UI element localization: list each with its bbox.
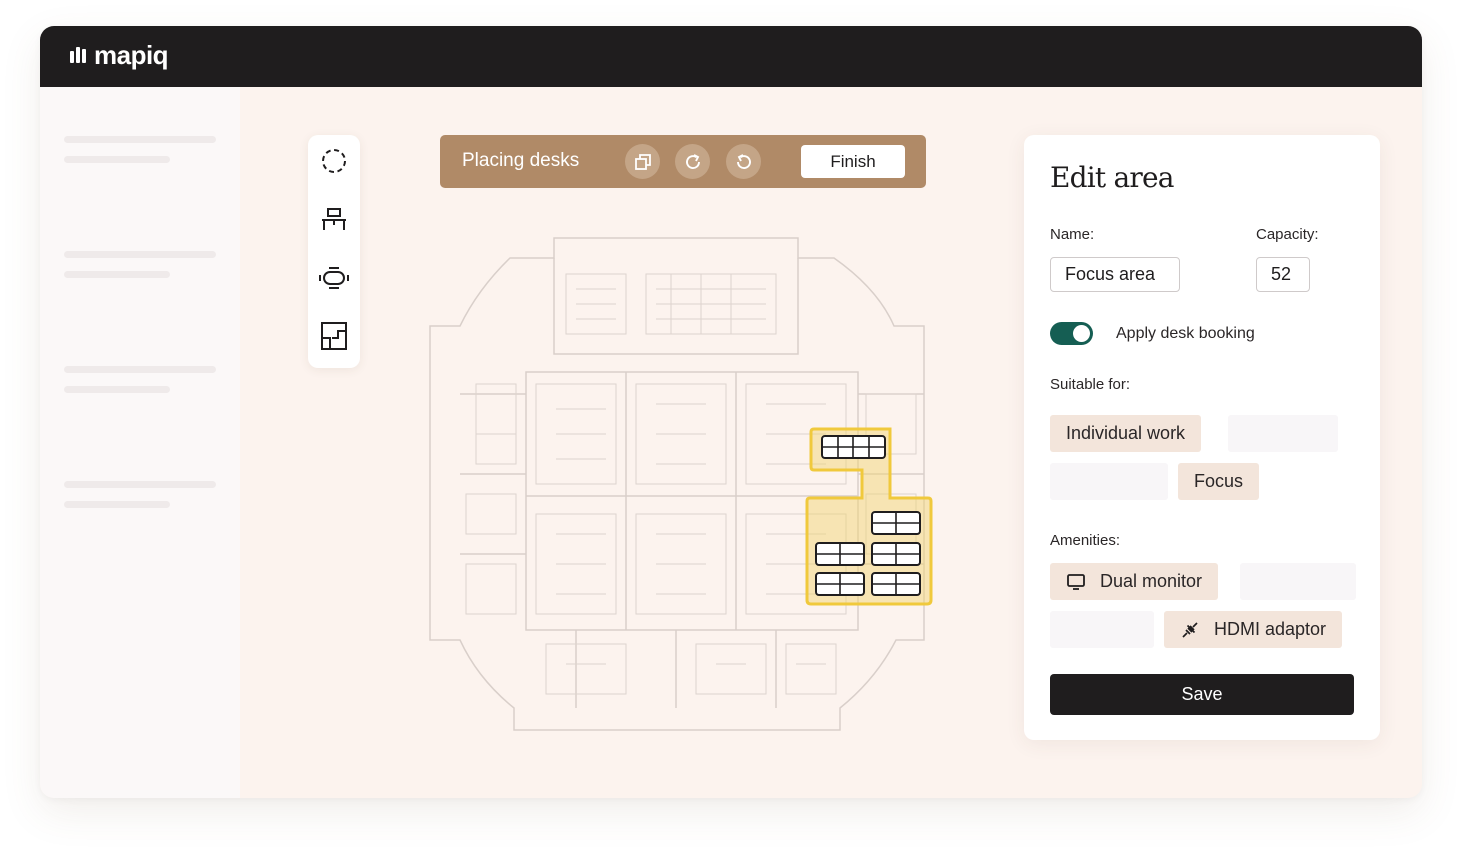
chip-individual-work[interactable]: Individual work bbox=[1050, 415, 1202, 452]
chip-label: Individual work bbox=[1066, 423, 1186, 443]
chip-hdmi-adaptor[interactable]: HDMI adaptor bbox=[1164, 611, 1343, 648]
suitable-for-label: Suitable for: bbox=[1050, 376, 1131, 393]
desk-tool[interactable] bbox=[314, 199, 354, 239]
area-select-icon bbox=[322, 149, 346, 173]
sidebar bbox=[40, 87, 240, 798]
skeleton-line bbox=[64, 251, 216, 258]
chip-placeholder[interactable] bbox=[1050, 463, 1168, 500]
capacity-label: Capacity: bbox=[1256, 226, 1319, 243]
name-input[interactable] bbox=[1050, 257, 1180, 292]
undo-icon bbox=[736, 153, 751, 169]
panel-title: Edit area bbox=[1050, 161, 1174, 194]
skeleton-line bbox=[64, 481, 216, 488]
edit-area-panel: Edit area Name: Capacity: Apply desk boo… bbox=[1024, 135, 1380, 740]
chip-placeholder[interactable] bbox=[1240, 563, 1356, 600]
app-window: mapiq Placing desks Finish Edit area Nam… bbox=[40, 26, 1422, 798]
undo-button[interactable] bbox=[726, 144, 761, 179]
skeleton-line bbox=[64, 136, 216, 143]
amenities-label: Amenities: bbox=[1050, 532, 1121, 549]
chip-label: HDMI adaptor bbox=[1214, 619, 1327, 639]
name-label: Name: bbox=[1050, 226, 1095, 243]
duplicate-button[interactable] bbox=[625, 144, 660, 179]
chip-label: Dual monitor bbox=[1100, 571, 1203, 591]
skeleton-line bbox=[64, 501, 170, 508]
chip-placeholder[interactable] bbox=[1228, 415, 1338, 452]
floor-plan-details bbox=[556, 274, 826, 665]
area-select-tool[interactable] bbox=[314, 141, 354, 181]
rotate-button[interactable] bbox=[675, 144, 710, 179]
chip-label: Focus bbox=[1194, 471, 1244, 491]
finish-button[interactable]: Finish bbox=[801, 145, 905, 178]
save-button[interactable]: Save bbox=[1050, 674, 1354, 715]
skeleton-line bbox=[64, 271, 170, 278]
meeting-table-icon bbox=[319, 267, 349, 289]
placing-desks-bar: Placing desks Finish bbox=[440, 135, 926, 188]
logo-mark-icon bbox=[70, 47, 86, 63]
capacity-input[interactable] bbox=[1256, 257, 1310, 292]
chip-dual-monitor[interactable]: Dual monitor bbox=[1050, 563, 1219, 600]
tool-palette bbox=[308, 135, 360, 368]
skeleton-line bbox=[64, 156, 170, 163]
selected-area[interactable] bbox=[800, 426, 936, 612]
meeting-table-tool[interactable] bbox=[314, 258, 354, 298]
chip-placeholder[interactable] bbox=[1050, 611, 1154, 648]
plug-icon bbox=[1182, 621, 1198, 638]
placing-desks-label: Placing desks bbox=[462, 150, 580, 171]
rotate-clockwise-icon bbox=[685, 153, 700, 169]
desk-icon bbox=[322, 208, 346, 230]
top-bar: mapiq bbox=[40, 26, 1422, 87]
floor-plan-tool[interactable] bbox=[314, 316, 354, 356]
chip-focus[interactable]: Focus bbox=[1178, 463, 1260, 500]
duplicate-icon bbox=[634, 153, 651, 170]
skeleton-line bbox=[64, 386, 170, 393]
desk-booking-label: Apply desk booking bbox=[1116, 325, 1255, 342]
floor-plan-icon bbox=[321, 322, 347, 350]
skeleton-line bbox=[64, 366, 216, 373]
brand-name: mapiq bbox=[94, 40, 169, 70]
monitor-icon bbox=[1067, 573, 1085, 590]
desk-booking-toggle[interactable] bbox=[1050, 322, 1093, 345]
brand-logo[interactable]: mapiq bbox=[70, 40, 169, 70]
toggle-knob bbox=[1073, 325, 1090, 342]
